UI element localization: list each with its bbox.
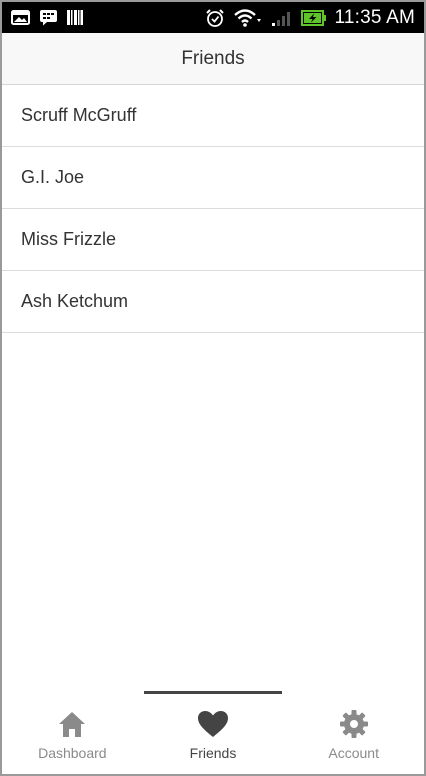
friend-list-item[interactable]: Scruff McGruff xyxy=(2,85,424,147)
friend-name: Scruff McGruff xyxy=(21,105,137,125)
signal-icon xyxy=(271,9,293,27)
gear-icon xyxy=(339,709,369,739)
friend-name: G.I. Joe xyxy=(21,167,85,187)
status-bar-right: 11:35 AM xyxy=(205,7,424,29)
header-bar: Friends xyxy=(2,33,424,85)
tab-label: Account xyxy=(328,745,379,761)
friends-list: Scruff McGruff G.I. Joe Miss Frizzle Ash… xyxy=(2,85,424,333)
friend-list-item[interactable]: Ash Ketchum xyxy=(2,271,424,333)
alarm-icon xyxy=(205,8,225,28)
friend-name: Ash Ketchum xyxy=(21,291,129,311)
status-bar: 11:35 AM xyxy=(2,2,424,33)
tab-account[interactable]: Account xyxy=(283,691,424,774)
wifi-icon xyxy=(233,8,263,28)
bbm-icon xyxy=(39,9,58,26)
friend-list-item[interactable]: Miss Frizzle xyxy=(2,209,424,271)
tab-label: Dashboard xyxy=(38,745,107,761)
tab-label: Friends xyxy=(189,745,237,761)
friend-list-item[interactable]: G.I. Joe xyxy=(2,147,424,209)
barcode-icon xyxy=(67,9,83,26)
battery-charging-icon xyxy=(300,9,327,27)
page-title: Friends xyxy=(181,47,245,69)
app-frame: 11:35 AM Friends Scruff McGruff G.I. Joe… xyxy=(0,0,426,776)
home-icon xyxy=(57,709,87,739)
friend-name: Miss Frizzle xyxy=(21,229,116,249)
active-tab-indicator xyxy=(143,691,283,694)
status-time: 11:35 AM xyxy=(334,6,415,28)
tab-dashboard[interactable]: Dashboard xyxy=(2,691,143,774)
status-bar-left xyxy=(2,9,83,26)
tab-friends[interactable]: Friends xyxy=(143,691,284,774)
bottom-tab-bar: Dashboard Friends Account xyxy=(2,691,424,774)
heart-icon xyxy=(197,709,229,739)
gallery-icon xyxy=(11,10,30,25)
